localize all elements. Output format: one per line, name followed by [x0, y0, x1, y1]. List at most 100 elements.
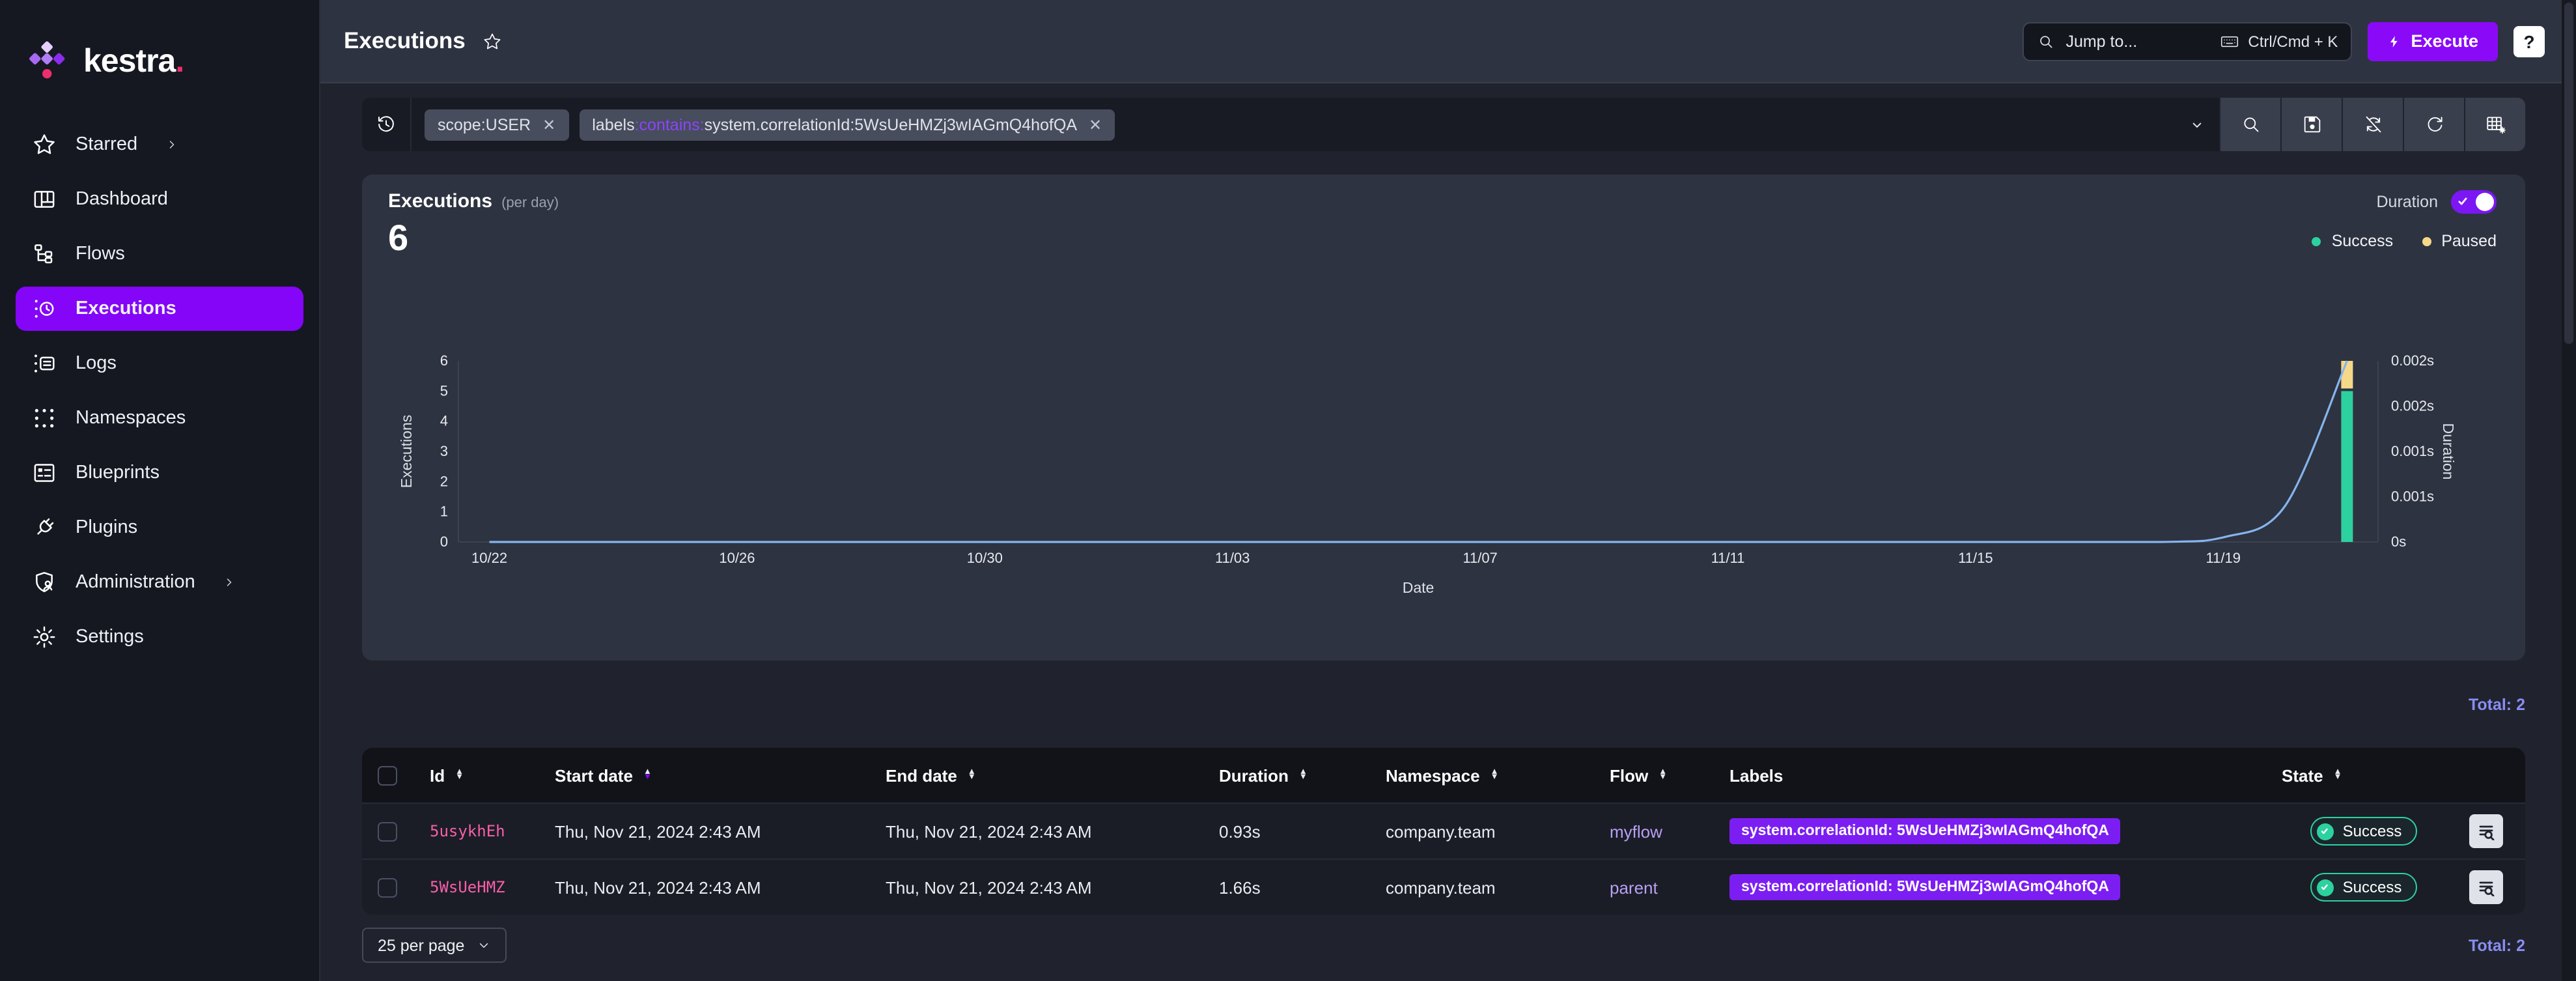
sort-arrows-icon[interactable]: ▲▼	[455, 770, 464, 780]
sidebar-item-logs[interactable]: Logs	[16, 341, 303, 386]
refresh-button[interactable]	[2403, 98, 2464, 151]
star-icon	[31, 132, 57, 158]
row-checkbox[interactable]	[378, 877, 397, 897]
per-page-value: 25 per page	[378, 936, 464, 954]
y2-axis-tick: 0.001s	[2391, 443, 2434, 459]
pagination-bar: 25 per page Total: 2	[362, 928, 2525, 963]
search-button[interactable]	[2219, 98, 2280, 151]
column-header-end-date[interactable]: End date▲▼	[867, 765, 1201, 785]
table-settings-button[interactable]	[2464, 98, 2525, 151]
per-page-select[interactable]: 25 per page	[362, 928, 506, 963]
sidebar-item-settings[interactable]: Settings	[16, 615, 303, 659]
table-row[interactable]: 5usykhEhThu, Nov 21, 2024 2:43 AMThu, No…	[362, 803, 2525, 859]
table-body: 5usykhEhThu, Nov 21, 2024 2:43 AMThu, No…	[362, 803, 2525, 915]
execution-id-link[interactable]: 5WsUeHMZ	[430, 878, 505, 896]
y-axis-tick: 4	[440, 413, 448, 429]
row-overview-button[interactable]	[2469, 814, 2503, 848]
topbar: Executions Jump to... Ctrl/Cmd + K Execu…	[320, 0, 2576, 83]
execute-button[interactable]: Execute	[2368, 21, 2498, 61]
chip-operator: :contains:	[635, 115, 705, 134]
column-header-flow[interactable]: Flow▲▼	[1591, 765, 1711, 785]
flow-link[interactable]: parent	[1610, 877, 1658, 897]
filter-history-button[interactable]	[362, 98, 412, 151]
column-label: Duration	[1219, 765, 1289, 785]
label-chip[interactable]: system.correlationId: 5WsUeHMZj3wIAGmQ4h…	[1729, 818, 2121, 844]
sort-arrows-icon[interactable]: ▲▼	[2334, 770, 2342, 780]
chart-bar-paused[interactable]	[2341, 361, 2353, 388]
filter-input[interactable]: scope:USER ✕ labels:contains:system.corr…	[362, 98, 2219, 151]
column-header-state[interactable]: State▲▼	[2263, 765, 2446, 785]
scrollbar-thumb[interactable]	[2564, 3, 2573, 344]
column-header-start-date[interactable]: Start date ▲▼	[537, 765, 867, 785]
close-icon[interactable]: ✕	[542, 117, 555, 132]
dashboard-icon	[31, 186, 57, 212]
auto-refresh-off-button[interactable]	[2342, 98, 2403, 151]
total-link[interactable]: Total: 2	[2469, 696, 2525, 714]
row-checkbox-cell	[362, 821, 412, 841]
row-checkbox[interactable]	[378, 821, 397, 841]
chevron-right-icon	[221, 575, 237, 590]
chip-text: scope:USER	[438, 115, 531, 134]
column-header-duration[interactable]: Duration ▲▼	[1201, 765, 1367, 785]
column-header-namespace[interactable]: Namespace▲▼	[1367, 765, 1591, 785]
close-icon[interactable]: ✕	[1089, 117, 1102, 132]
sidebar-item-administration[interactable]: Administration	[16, 560, 303, 604]
kestra-logo[interactable]: kestra.	[0, 0, 319, 94]
filter-action-buttons	[2219, 98, 2525, 151]
filter-chip-labels[interactable]: labels:contains:system.correlationId:5Ws…	[579, 109, 1115, 140]
execution-id-link[interactable]: 5usykhEh	[430, 822, 505, 840]
sidebar-item-executions[interactable]: Executions	[16, 287, 303, 331]
jump-to-search[interactable]: Jump to... Ctrl/Cmd + K	[2023, 21, 2352, 61]
sidebar-item-namespaces[interactable]: Namespaces	[16, 396, 303, 440]
sidebar-item-label: Plugins	[76, 517, 137, 538]
executions-chart-card: Executions (per day) 6 Duration SuccessP…	[362, 175, 2525, 661]
state-label: Success	[2343, 822, 2402, 840]
sort-arrows-icon[interactable]: ▲▼	[643, 770, 652, 780]
page-scrollbar[interactable]	[2562, 0, 2576, 981]
sort-arrows-icon[interactable]: ▲▼	[968, 770, 976, 780]
chart-bar-success[interactable]	[2341, 391, 2353, 542]
sidebar-item-label: Dashboard	[76, 189, 168, 210]
duration-toggle[interactable]	[2451, 190, 2497, 214]
filter-dropdown-chevron[interactable]	[2175, 114, 2219, 135]
table-total-top: Total: 2	[362, 696, 2525, 714]
legend-item-paused[interactable]: Paused	[2422, 232, 2497, 250]
sort-arrows-icon[interactable]: ▲▼	[1659, 770, 1667, 780]
column-header-labels[interactable]: Labels	[1711, 765, 2263, 785]
sidebar-item-starred[interactable]: Starred	[16, 122, 303, 167]
sidebar-item-plugins[interactable]: Plugins	[16, 505, 303, 550]
flow-link[interactable]: myflow	[1610, 821, 1662, 841]
chevron-right-icon	[163, 137, 179, 152]
row-overview-button[interactable]	[2469, 870, 2503, 904]
x-axis-tick: 11/03	[1215, 550, 1250, 566]
table-total-bottom[interactable]: Total: 2	[2469, 936, 2525, 954]
filter-chip-scope[interactable]: scope:USER ✕	[425, 109, 568, 140]
column-header-id[interactable]: Id▲▼	[412, 765, 537, 785]
sidebar-item-blueprints[interactable]: Blueprints	[16, 451, 303, 495]
select-all-checkbox[interactable]	[378, 765, 397, 785]
label-chip[interactable]: system.correlationId: 5WsUeHMZj3wIAGmQ4h…	[1729, 874, 2121, 900]
flows-icon	[31, 241, 57, 267]
column-label: Start date	[555, 765, 633, 785]
sidebar-item-dashboard[interactable]: Dashboard	[16, 177, 303, 221]
duration-toggle-label: Duration	[2377, 193, 2439, 211]
legend-label: Paused	[2441, 232, 2497, 250]
legend-item-success[interactable]: Success	[2312, 232, 2394, 250]
save-filter-button[interactable]	[2280, 98, 2342, 151]
y2-axis-tick: 0.002s	[2391, 398, 2434, 414]
sidebar-item-flows[interactable]: Flows	[16, 232, 303, 276]
cell-state: Success	[2263, 817, 2446, 846]
y-axis-label: Executions	[398, 415, 415, 489]
sidebar-item-label: Starred	[76, 134, 137, 155]
sort-arrows-icon[interactable]: ▲▼	[1299, 770, 1308, 780]
sidebar-item-label: Executions	[76, 298, 176, 319]
table-row[interactable]: 5WsUeHMZThu, Nov 21, 2024 2:43 AMThu, No…	[362, 859, 2525, 915]
chart-legend: Success Paused	[2312, 232, 2497, 250]
help-button[interactable]: ?	[2513, 25, 2545, 57]
favorite-star-icon[interactable]	[483, 31, 503, 51]
sidebar-item-label: Settings	[76, 627, 144, 647]
duration-toggle-row: Duration	[2377, 190, 2497, 214]
chart-duration-line[interactable]	[490, 361, 2347, 542]
x-axis-label: Date	[1403, 579, 1435, 596]
sort-arrows-icon[interactable]: ▲▼	[1491, 770, 1499, 780]
